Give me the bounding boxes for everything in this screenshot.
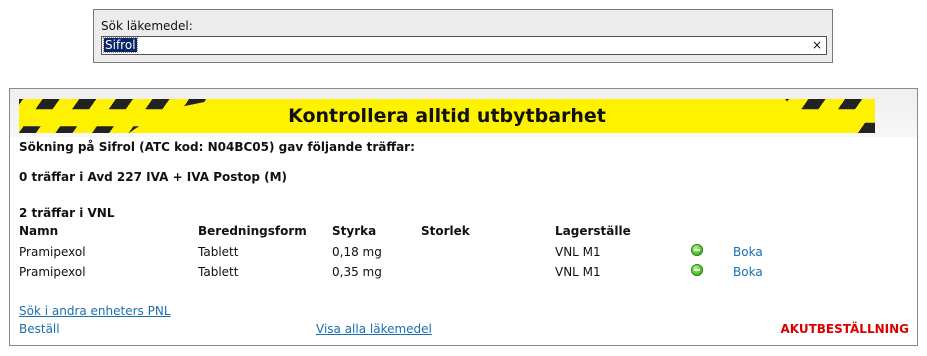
search-other-units-link[interactable]: Sök i andra enheters PNL [19, 304, 171, 318]
unit-hits-heading: 0 träffar i Avd 227 IVA + IVA Postop (M) [19, 170, 288, 184]
search-input[interactable] [102, 37, 806, 54]
search-label: Sök läkemedel: [101, 19, 193, 33]
in-stock-icon [691, 244, 703, 256]
row-location: VNL M1 [555, 265, 601, 279]
row-form: Tablett [198, 265, 239, 279]
clear-icon[interactable]: × [812, 38, 822, 53]
order-link[interactable]: Beställ [19, 322, 60, 336]
book-link[interactable]: Boka [733, 245, 763, 259]
row-strength: 0,18 mg [332, 245, 382, 259]
column-header-form: Beredningsform [198, 224, 307, 238]
row-name: Pramipexol [19, 265, 86, 279]
vnl-hits-heading: 2 träffar i VNL [19, 206, 115, 220]
row-form: Tablett [198, 245, 239, 259]
search-input-wrapper[interactable]: Sifrol × [101, 36, 827, 55]
column-header-name: Namn [19, 224, 59, 238]
show-all-medicines-link[interactable]: Visa alla läkemedel [316, 322, 432, 336]
in-stock-icon [691, 264, 703, 276]
search-panel: Sök läkemedel: Sifrol × [93, 9, 833, 63]
warning-banner: Kontrollera alltid utbytbarhet [19, 99, 875, 133]
column-header-size: Storlek [421, 224, 470, 238]
row-location: VNL M1 [555, 245, 601, 259]
search-summary: Sökning på Sifrol (ATC kod: N04BC05) gav… [19, 140, 415, 154]
column-header-location: Lagerställe [555, 224, 631, 238]
search-input-selected-text: Sifrol [103, 37, 138, 53]
row-strength: 0,35 mg [332, 265, 382, 279]
row-name: Pramipexol [19, 245, 86, 259]
urgent-order-link[interactable]: AKUTBESTÄLLNING [780, 322, 909, 336]
column-header-strength: Styrka [332, 224, 377, 238]
warning-banner-text: Kontrollera alltid utbytbarhet [288, 105, 606, 127]
results-panel: Kontrollera alltid utbytbarhet Sökning p… [9, 88, 918, 346]
book-link[interactable]: Boka [733, 265, 763, 279]
